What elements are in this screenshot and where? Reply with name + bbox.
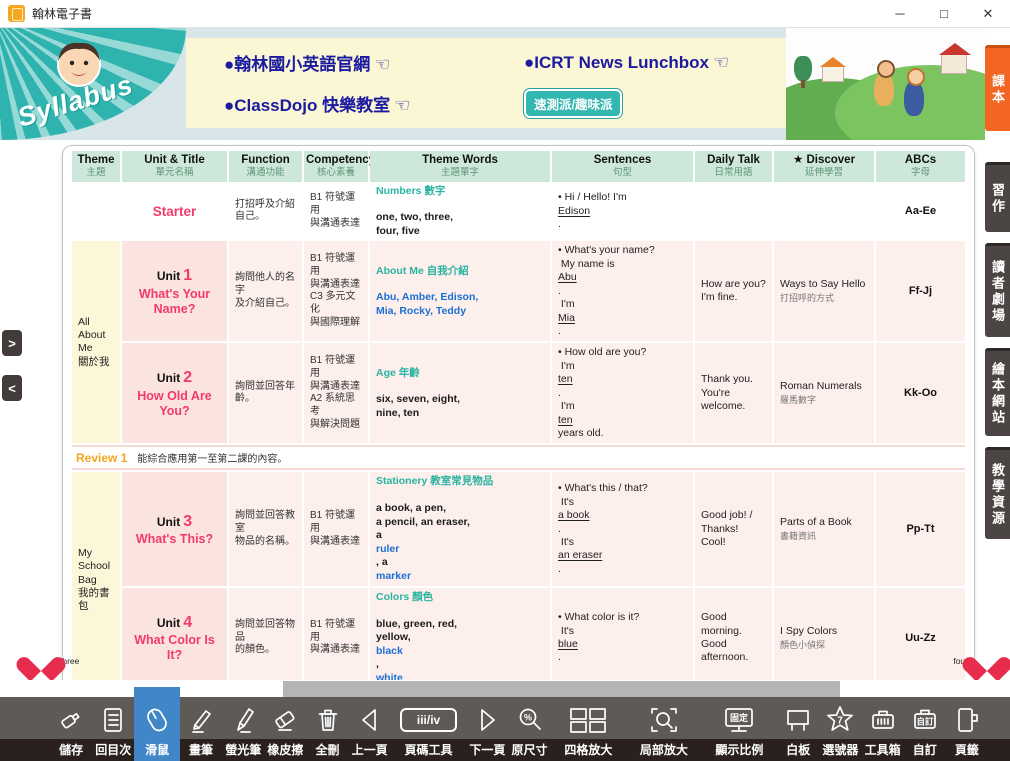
starter-title: Starter xyxy=(153,203,197,220)
toolbox-icon xyxy=(868,701,898,739)
panel-collapse-button[interactable]: < xyxy=(2,375,22,401)
header-illustration xyxy=(786,28,985,140)
next-page-button[interactable]: 下一頁 xyxy=(466,697,508,761)
delete-all-button[interactable]: 全刪 xyxy=(306,697,348,761)
whiteboard-button[interactable]: 白板 xyxy=(777,697,819,761)
link-icrt-news-lunchbox[interactable]: ●ICRT News Lunchbox☜ xyxy=(524,52,824,73)
house-graphic xyxy=(822,66,844,82)
quad-zoom-button[interactable]: 四格放大 xyxy=(551,697,627,761)
bottom-toolbar: 儲存 回目次 滑鼠 畫筆 螢光筆 橡皮擦 全刪 上一頁 xyxy=(0,697,1010,761)
right-triangle-icon xyxy=(472,701,502,739)
prev-page-button[interactable]: 上一頁 xyxy=(349,697,391,761)
minimize-button[interactable]: ─ xyxy=(878,0,922,27)
eraser-icon xyxy=(270,701,300,739)
svg-text:7: 7 xyxy=(838,716,844,727)
monitor-fixed-icon: 固定 xyxy=(722,701,756,739)
highlighter-icon xyxy=(228,701,258,739)
theme-all-about-me: All About Me 關於我 xyxy=(72,241,120,443)
col-discover: ★ Discover延伸學習 xyxy=(774,151,874,182)
row-review1: Review 1 能綜合應用第一至第二課的內容。 xyxy=(72,445,965,470)
pen-tool-button[interactable]: 畫筆 xyxy=(180,697,222,761)
tab-picture-book-site[interactable]: 繪本網站 xyxy=(985,348,1010,436)
panel-expand-button[interactable]: > xyxy=(2,330,22,356)
quiz-fun-button[interactable]: 速測派/趣味派 xyxy=(524,89,622,118)
magnifier-percent-icon: % xyxy=(515,701,545,739)
app-icon xyxy=(8,5,25,22)
unit2-title-cell: Unit2How Old Are You? xyxy=(122,343,227,443)
mouse-tool-button[interactable]: 滑鼠 xyxy=(134,687,180,761)
header-banner: Syllabus ●翰林國小英語官網☜ ●ICRT News Lunchbox☜… xyxy=(0,28,985,140)
link-hanlin-english-site[interactable]: ●翰林國小英語官網☜ xyxy=(224,50,524,75)
svg-text:自訂: 自訂 xyxy=(916,717,934,727)
tab-textbook[interactable]: 課本 xyxy=(985,45,1010,131)
pointing-hand-icon: ☜ xyxy=(394,95,410,115)
svg-text:固定: 固定 xyxy=(730,712,749,723)
tree-graphic xyxy=(794,56,812,82)
unit4-title-cell: Unit4What Color Is It? xyxy=(122,588,227,688)
col-unit-title: Unit & Title單元名稱 xyxy=(122,151,227,182)
pointing-hand-icon: ☜ xyxy=(713,52,729,72)
back-to-contents-button[interactable]: 回目次 xyxy=(92,697,134,761)
zoom-brackets-icon xyxy=(648,701,680,739)
page-indicator-box[interactable]: iii/iv xyxy=(400,708,457,732)
page-number-right: four iv xyxy=(953,647,1002,674)
original-size-button[interactable]: % 原尺寸 xyxy=(508,697,550,761)
col-theme-words: Theme Words主題單字 xyxy=(370,151,550,182)
star-number-icon: 7 xyxy=(824,701,856,739)
col-function: Function溝通功能 xyxy=(229,151,302,182)
mouse-icon xyxy=(142,701,172,739)
window-title: 翰林電子書 xyxy=(32,5,92,22)
title-bar: 翰林電子書 ─ □ ✕ xyxy=(0,0,1010,28)
kid-graphic xyxy=(904,80,924,116)
four-pane-icon xyxy=(568,701,608,739)
house-graphic xyxy=(941,54,967,74)
custom-button[interactable]: 自訂 自訂 xyxy=(904,697,946,761)
svg-text:%: % xyxy=(524,713,532,723)
group-my-school-bag: My School Bag 我的書包 Unit3What's This? 詢問並… xyxy=(72,472,965,688)
tab-workbook[interactable]: 習作 xyxy=(985,162,1010,232)
col-daily-talk: Daily Talk日常用語 xyxy=(695,151,772,182)
page-tabs-button[interactable]: 頁籤 xyxy=(946,697,988,761)
syllabus-logo: Syllabus xyxy=(0,28,186,140)
bookmark-tab-icon xyxy=(952,701,982,739)
page-indicator-tool[interactable]: iii/iv 頁碼工具 xyxy=(391,697,467,761)
unit1-title-cell: Unit1What's Your Name? xyxy=(122,241,227,341)
scrollbar-thumb[interactable] xyxy=(283,681,840,697)
toolbox-button[interactable]: 工具箱 xyxy=(862,697,904,761)
area-zoom-button[interactable]: 局部放大 xyxy=(626,697,702,761)
link-classdojo[interactable]: ●ClassDojo 快樂教室☜ xyxy=(224,91,524,116)
unit3-title-cell: Unit3What's This? xyxy=(122,472,227,586)
app-window: 翰林電子書 ─ □ ✕ Syllabus ●翰林國小英語官網☜ ●ICRT Ne… xyxy=(0,0,1010,761)
contents-list-icon xyxy=(98,701,128,739)
col-theme: Theme主題 xyxy=(72,151,120,182)
col-competency: Competency核心素養 xyxy=(304,151,368,182)
save-button[interactable]: 儲存 xyxy=(50,697,92,761)
group-all-about-me: All About Me 關於我 Unit1What's Your Name? … xyxy=(72,241,965,443)
table-header-row: Theme主題 Unit & Title單元名稱 Function溝通功能 Co… xyxy=(72,151,965,182)
tab-teaching-resources[interactable]: 教學資源 xyxy=(985,447,1010,539)
maximize-button[interactable]: □ xyxy=(922,0,966,27)
row-starter: Starter 打招呼及介紹 自己。 B1 符號運用 與溝通表達 Numbers… xyxy=(72,182,965,242)
pencil-icon xyxy=(186,701,216,739)
tab-readers-theater[interactable]: 讀者劇場 xyxy=(985,243,1010,337)
whiteboard-icon xyxy=(783,701,813,739)
page-number-left: iii three xyxy=(26,647,79,674)
custom-case-icon: 自訂 xyxy=(910,701,940,739)
close-button[interactable]: ✕ xyxy=(966,0,1010,27)
left-triangle-icon xyxy=(355,701,385,739)
trash-icon xyxy=(313,701,343,739)
display-ratio-button[interactable]: 固定 顯示比例 xyxy=(702,697,778,761)
heart-icon: iv xyxy=(972,647,1002,674)
usb-save-icon xyxy=(56,701,86,739)
col-abcs: ABCs字母 xyxy=(876,151,965,182)
heart-icon: iii xyxy=(26,647,56,674)
number-picker-button[interactable]: 7 選號器 xyxy=(819,697,861,761)
eraser-tool-button[interactable]: 橡皮擦 xyxy=(264,697,306,761)
links-panel: ●翰林國小英語官網☜ ●ICRT News Lunchbox☜ ●ClassDo… xyxy=(186,38,786,128)
syllabus-table: Theme主題 Unit & Title單元名稱 Function溝通功能 Co… xyxy=(62,145,975,761)
kid-graphic xyxy=(874,72,894,106)
pointing-hand-icon: ☜ xyxy=(374,54,390,74)
col-sentences: Sentences句型 xyxy=(552,151,693,182)
highlighter-tool-button[interactable]: 螢光筆 xyxy=(222,697,264,761)
